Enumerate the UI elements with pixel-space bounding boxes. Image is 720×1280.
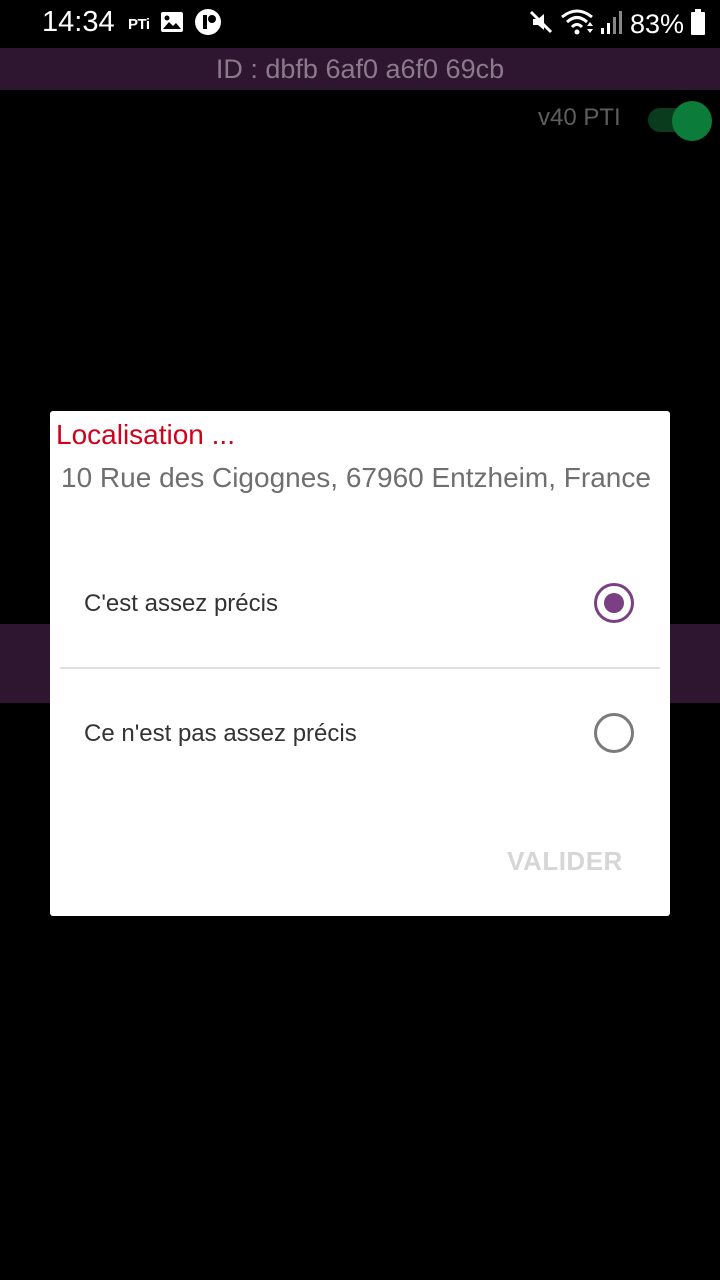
- radio-dot: [604, 593, 624, 613]
- option-precise-enough[interactable]: C'est assez précis: [50, 554, 670, 654]
- location-dialog: Localisation ... 10 Rue des Cigognes, 67…: [50, 411, 670, 916]
- screen: 14:34 PTi 83% ID: dbfb 6af0 a6f0 69cb v…: [0, 0, 720, 1280]
- radio-checked-icon[interactable]: [594, 583, 634, 623]
- divider: [60, 667, 660, 669]
- wifi-icon: [560, 8, 594, 41]
- status-time: 14:34: [42, 6, 115, 38]
- image-icon: [160, 11, 184, 38]
- status-right: 83%: [528, 8, 706, 40]
- option-not-precise-enough[interactable]: Ce n'est pas assez précis: [50, 684, 670, 784]
- notification-app-icon: [194, 8, 222, 41]
- toggle-thumb: [672, 101, 712, 141]
- device-id-bar: ID : dbfb 6af0 a6f0 69cb: [0, 48, 720, 90]
- mute-icon: [528, 9, 554, 40]
- battery-icon: [690, 8, 706, 41]
- option-label: Ce n'est pas assez précis: [84, 720, 357, 747]
- battery-percent: 83%: [629, 8, 684, 39]
- radio-unchecked-icon[interactable]: [594, 713, 634, 753]
- validate-button[interactable]: VALIDER: [490, 833, 640, 889]
- pti-app-icon: PTi: [128, 15, 150, 33]
- service-toggle[interactable]: [648, 101, 712, 141]
- signal-icon: [600, 9, 624, 40]
- version-label: v40 PTI: [538, 104, 621, 131]
- status-left-icons: PTi: [128, 8, 222, 41]
- option-label: C'est assez précis: [84, 590, 278, 617]
- device-id-text: ID : dbfb 6af0 a6f0 69cb: [215, 53, 505, 84]
- dialog-title: Localisation ...: [56, 419, 235, 450]
- dialog-address: 10 Rue des Cigognes, 67960 Entzheim, Fra…: [61, 462, 651, 493]
- status-bar: 14:34 PTi 83%: [0, 0, 720, 48]
